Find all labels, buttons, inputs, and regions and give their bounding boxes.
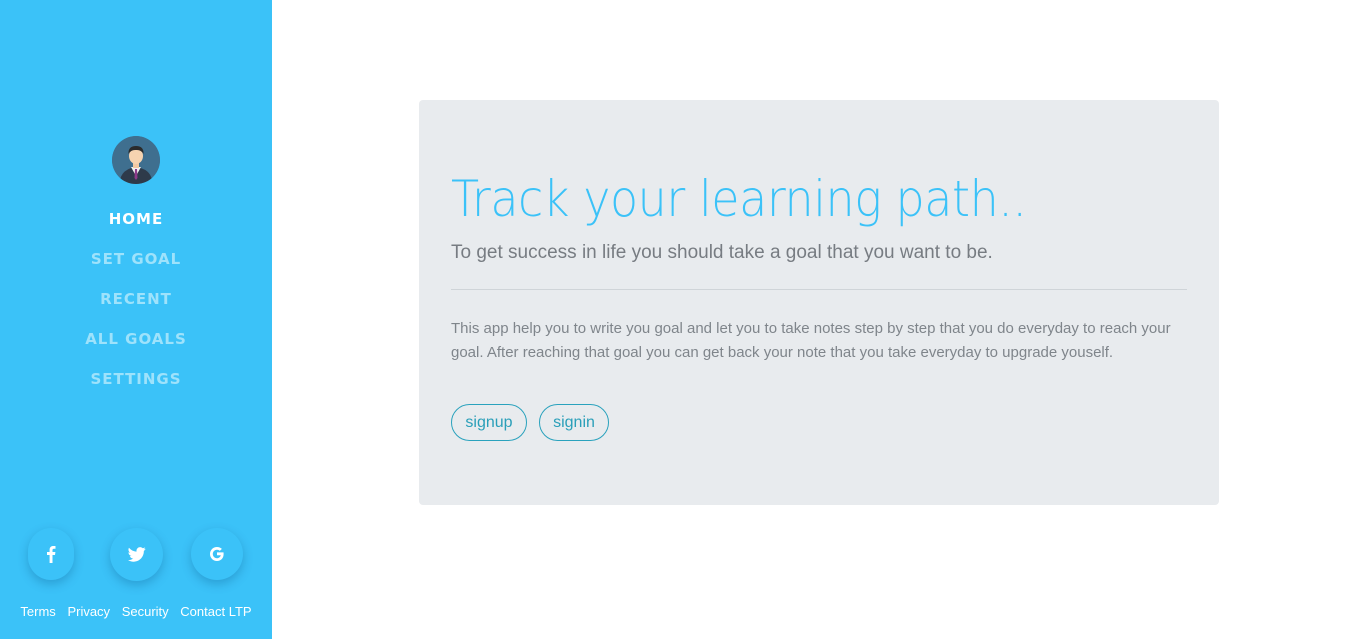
footer-link-terms[interactable]: Terms [20,604,55,619]
google-icon [210,547,224,561]
footer-link-security[interactable]: Security [122,604,169,619]
hero-card: Track your learning path.. To get succes… [419,100,1219,505]
nav-item-all-goals[interactable]: ALL GOALS [0,322,272,362]
avatar-image [112,136,160,184]
signin-button[interactable]: signin [539,404,609,441]
twitter-icon [127,547,146,562]
sidebar: HOME SET GOAL RECENT ALL GOALS SETTINGS … [0,0,272,639]
nav-item-recent[interactable]: RECENT [0,282,272,322]
nav-item-home[interactable]: HOME [0,202,272,242]
user-avatar[interactable] [112,136,160,184]
main-nav: HOME SET GOAL RECENT ALL GOALS SETTINGS [0,202,272,402]
hero-lead: To get success in life you should take a… [451,242,993,263]
facebook-button[interactable] [28,528,74,580]
hero-description: This app help you to write you goal and … [451,320,1171,361]
footer-link-privacy[interactable]: Privacy [67,604,110,619]
twitter-button[interactable] [110,528,163,581]
footer-links: Terms Privacy Security Contact LTP [0,604,272,619]
facebook-icon [47,546,56,563]
footer-link-contact[interactable]: Contact LTP [180,604,251,619]
signup-button[interactable]: signup [451,404,527,441]
nav-item-settings[interactable]: SETTINGS [0,362,272,402]
divider [451,289,1187,290]
google-button[interactable] [191,528,243,580]
nav-item-set-goal[interactable]: SET GOAL [0,242,272,282]
hero-title: Track your learning path.. [451,170,1027,228]
